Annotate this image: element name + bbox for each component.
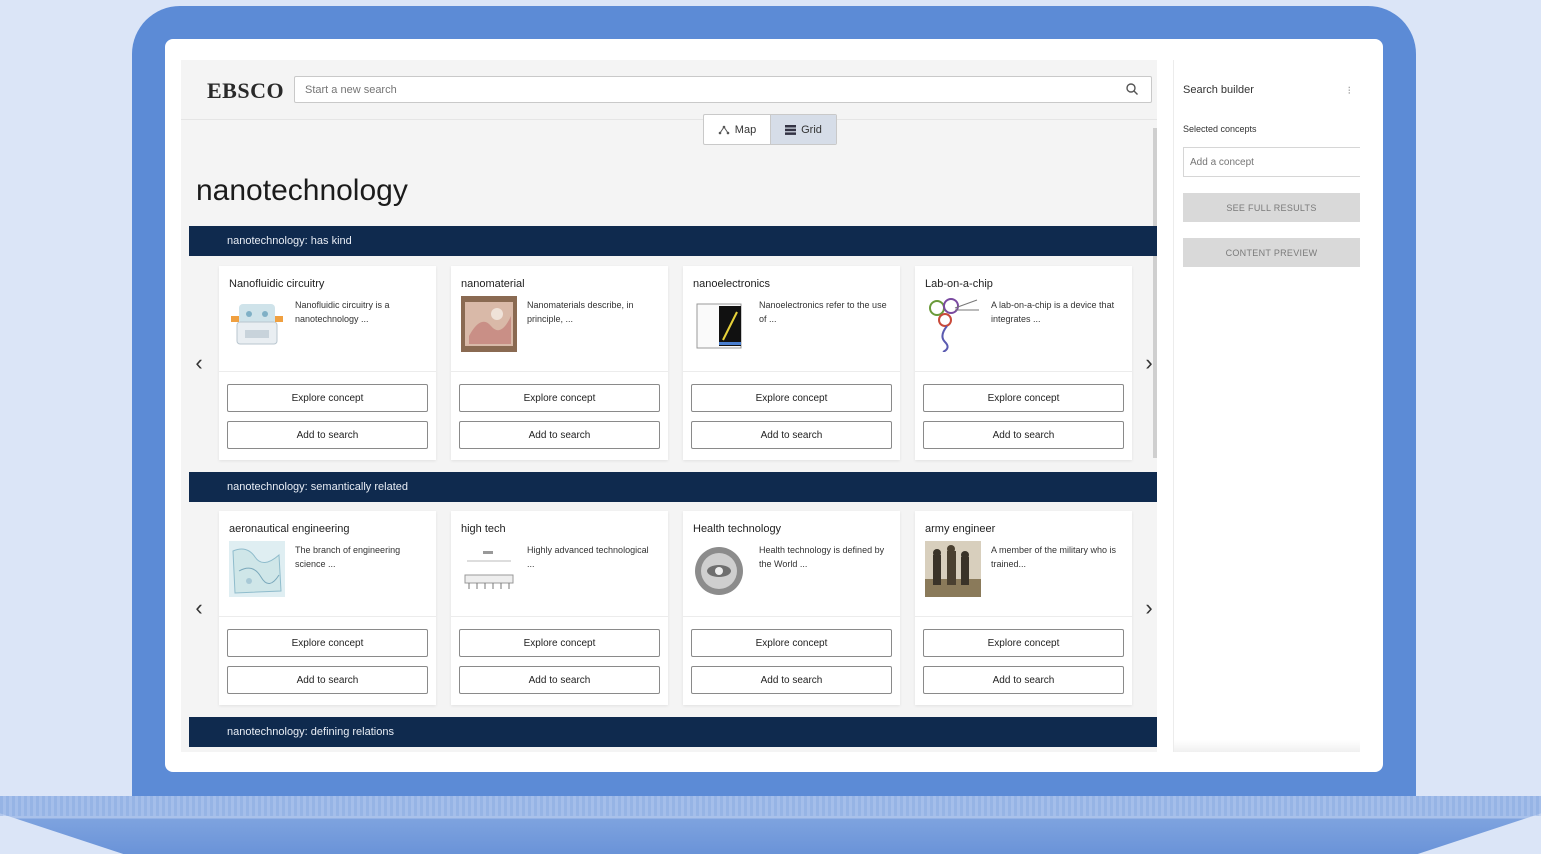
explore-concept-button[interactable]: Explore concept [459,629,660,657]
ebsco-logo: EBSCO [207,78,285,103]
section-header: nanotechnology: defining relations [189,717,1157,747]
explore-concept-button[interactable]: Explore concept [459,384,660,412]
concept-description: Health technology is defined by the Worl… [759,545,885,569]
laptop-screen: EBSCO Map Grid [165,39,1383,772]
carousel-prev-icon[interactable]: ‹ [191,595,207,620]
card-divider [683,616,900,617]
grid-view-button[interactable]: Grid [770,115,836,144]
concept-description: The branch of engineering science ... [295,545,401,569]
add-to-search-button[interactable]: Add to search [227,421,428,449]
chip-diagram-icon [925,296,981,352]
concept-carousel: Nanofluidic circuitry Nanofluidic circui… [219,266,1134,460]
concept-description: A lab-on-a-chip is a device that integra… [991,300,1115,324]
search-icon[interactable] [1125,82,1139,96]
explore-concept-button[interactable]: Explore concept [923,629,1124,657]
concept-card: aeronautical engineering The branch of e… [219,511,436,705]
explore-concept-button[interactable]: Explore concept [227,384,428,412]
add-to-search-button[interactable]: Add to search [227,666,428,694]
card-divider [915,616,1132,617]
map-label: Map [734,123,757,136]
explore-concept-button[interactable]: Explore concept [923,384,1124,412]
concept-title: nanoelectronics [693,278,771,290]
concept-title: Health technology [693,523,782,535]
grid-icon [785,124,797,135]
card-divider [915,371,1132,372]
map-icon [229,541,285,597]
card-divider [451,371,668,372]
scrollbar[interactable] [1153,128,1157,458]
carousel-next-icon[interactable]: › [1141,595,1157,620]
add-to-search-button[interactable]: Add to search [459,666,660,694]
top-bar: EBSCO [181,60,1157,120]
see-full-results-button[interactable]: SEE FULL RESULTS [1183,193,1360,222]
concept-card: Nanofluidic circuitry Nanofluidic circui… [219,266,436,460]
add-to-search-button[interactable]: Add to search [923,421,1124,449]
card-divider [219,371,436,372]
card-divider [451,616,668,617]
concept-card: Lab-on-a-chip A lab-on-a-chip is a devic… [915,266,1132,460]
map-view-button[interactable]: Map [704,115,770,144]
concept-carousel: aeronautical engineering The branch of e… [219,511,1134,705]
content-preview-button[interactable]: CONTENT PREVIEW [1183,238,1360,267]
concept-explorer: EBSCO Map Grid [181,60,1157,752]
add-to-search-button[interactable]: Add to search [459,421,660,449]
add-to-search-button[interactable]: Add to search [691,666,892,694]
concept-description: A member of the military who is trained.… [991,545,1117,569]
concept-card: army engineer A member of the military w… [915,511,1132,705]
card-divider [683,371,900,372]
panel-bottom-shadow [1174,740,1360,752]
section-header: nanotechnology: has kind [189,226,1157,256]
selected-concepts-label: Selected concepts [1183,124,1257,134]
concept-title: high tech [461,523,506,535]
ruler-icon [461,541,517,597]
badge-photo-icon [693,541,749,597]
section-header: nanotechnology: semantically related [189,472,1157,502]
concept-description: Nanofluidic circuitry is a nanotechnolog… [295,300,390,324]
search-input[interactable] [305,81,1105,99]
concept-description: Highly advanced technological ... [527,545,649,569]
explore-concept-button[interactable]: Explore concept [227,629,428,657]
add-to-search-button[interactable]: Add to search [923,666,1124,694]
add-to-search-button[interactable]: Add to search [691,421,892,449]
concept-card: nanomaterial Nanomaterials describe, in … [451,266,668,460]
laptop-base-edge [0,796,1541,816]
search-builder-title: Search builder [1183,84,1254,96]
concept-card: nanoelectronics Nanoelectronics refer to… [683,266,900,460]
concept-title: Lab-on-a-chip [925,278,993,290]
map-icon [718,125,730,134]
carousel-prev-icon[interactable]: ‹ [191,350,207,375]
concept-title: aeronautical engineering [229,523,350,535]
soldiers-photo-icon [925,541,981,597]
view-toggle: Map Grid [703,114,837,145]
concept-title: army engineer [925,523,996,535]
concept-card: Health technology Health technology is d… [683,511,900,705]
add-concept-input[interactable] [1183,147,1360,177]
search-box[interactable] [294,76,1152,103]
card-divider [219,616,436,617]
concept-card: high tech Highly advanced technological … [451,511,668,705]
page-title: nanotechnology [196,174,408,207]
carousel-next-icon[interactable]: › [1141,350,1157,375]
device-icon [231,304,283,345]
explore-concept-button[interactable]: Explore concept [691,384,892,412]
material-photo-icon [461,296,517,352]
explore-concept-button[interactable]: Explore concept [691,629,892,657]
panel-toggle-icon[interactable]: ⁝ [1348,84,1352,97]
search-builder-panel: Search builder ⁝ Selected concepts SEE F… [1173,60,1360,752]
grid-label: Grid [801,123,822,136]
concept-description: Nanomaterials describe, in principle, ..… [527,300,634,324]
concept-description: Nanoelectronics refer to the use of ... [759,300,887,324]
electronics-icon [693,296,749,352]
concept-title: Nanofluidic circuitry [229,278,325,290]
concept-title: nanomaterial [461,278,525,290]
